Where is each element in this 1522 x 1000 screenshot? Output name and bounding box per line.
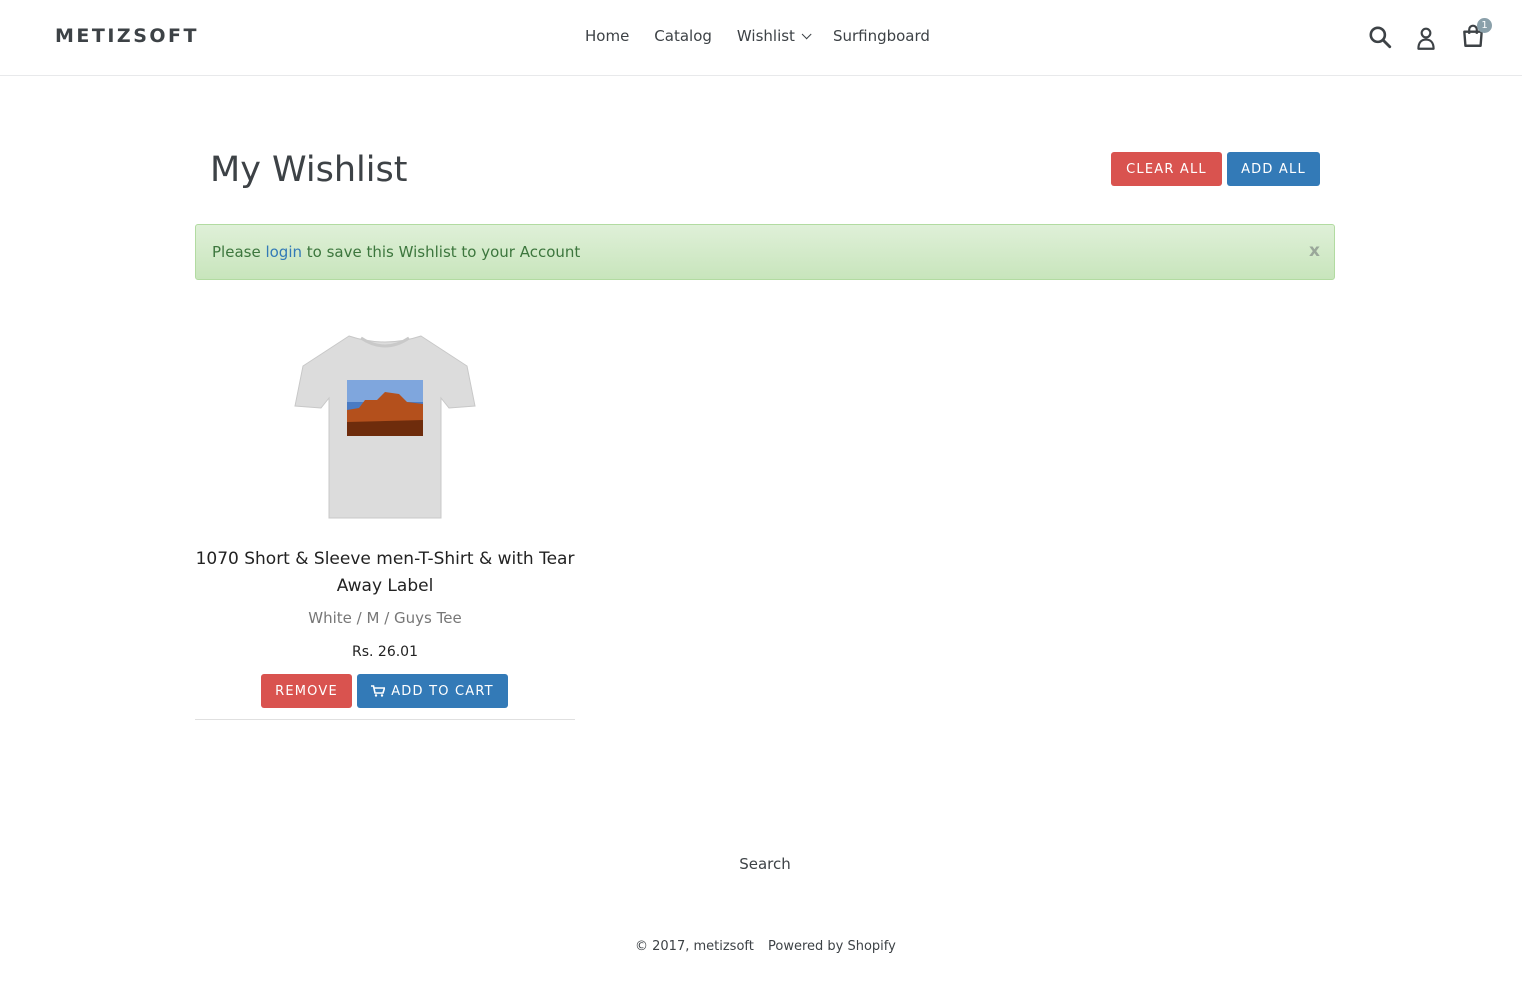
product-price: Rs. 26.01 [351,644,418,660]
powered-by-link[interactable]: Powered by Shopify [768,939,896,954]
alert-suffix: to save this Wishlist to your Account [302,243,581,261]
site-logo[interactable]: METIZSOFT [55,25,199,47]
product-title[interactable]: 1070 Short & Sleeve men-T-Shirt & with T… [195,546,575,600]
copyright: © 2017, metizsoft [635,939,754,954]
chevron-down-icon [801,28,812,39]
nav-item-wishlist[interactable]: Wishlist [736,27,812,45]
footer-search-link[interactable]: Search [739,855,791,873]
login-alert: Please login to save this Wishlist to yo… [195,224,1335,280]
alert-message: Please login to save this Wishlist to yo… [212,243,580,261]
main-nav: Home Catalog Wishlist Surfingboard [585,27,955,45]
wishlist-item: 1070 Short & Sleeve men-T-Shirt & with T… [195,322,575,720]
nav-item-catalog[interactable]: Catalog [654,27,712,45]
add-to-cart-button[interactable]: ADD TO CART [357,674,508,708]
product-variant: White / M / Guys Tee [308,609,462,627]
remove-button[interactable]: REMOVE [261,674,352,708]
login-link[interactable]: login [265,243,302,261]
shopping-cart-icon [371,685,386,697]
nav-item-wishlist-label: Wishlist [736,27,795,45]
alert-prefix: Please [212,243,266,261]
footer-links: Search [0,855,1522,873]
site-header: METIZSOFT Home Catalog Wishlist Surfingb… [0,0,1522,76]
nav-item-home[interactable]: Home [585,27,629,45]
clear-all-button[interactable]: CLEAR ALL [1111,152,1222,186]
alert-close-button[interactable]: x [1309,241,1320,261]
add-all-button[interactable]: ADD ALL [1227,152,1320,186]
search-icon[interactable] [1367,24,1393,50]
cart-count-badge: 1 [1477,18,1492,33]
cart-icon[interactable]: 1 [1460,18,1492,49]
add-to-cart-label: ADD TO CART [391,683,494,699]
page-title: My Wishlist [210,150,408,190]
nav-item-surfingboard[interactable]: Surfingboard [833,27,930,45]
product-image[interactable] [289,328,481,520]
account-icon[interactable] [1415,26,1437,52]
header-icons: 1 [1362,18,1522,56]
